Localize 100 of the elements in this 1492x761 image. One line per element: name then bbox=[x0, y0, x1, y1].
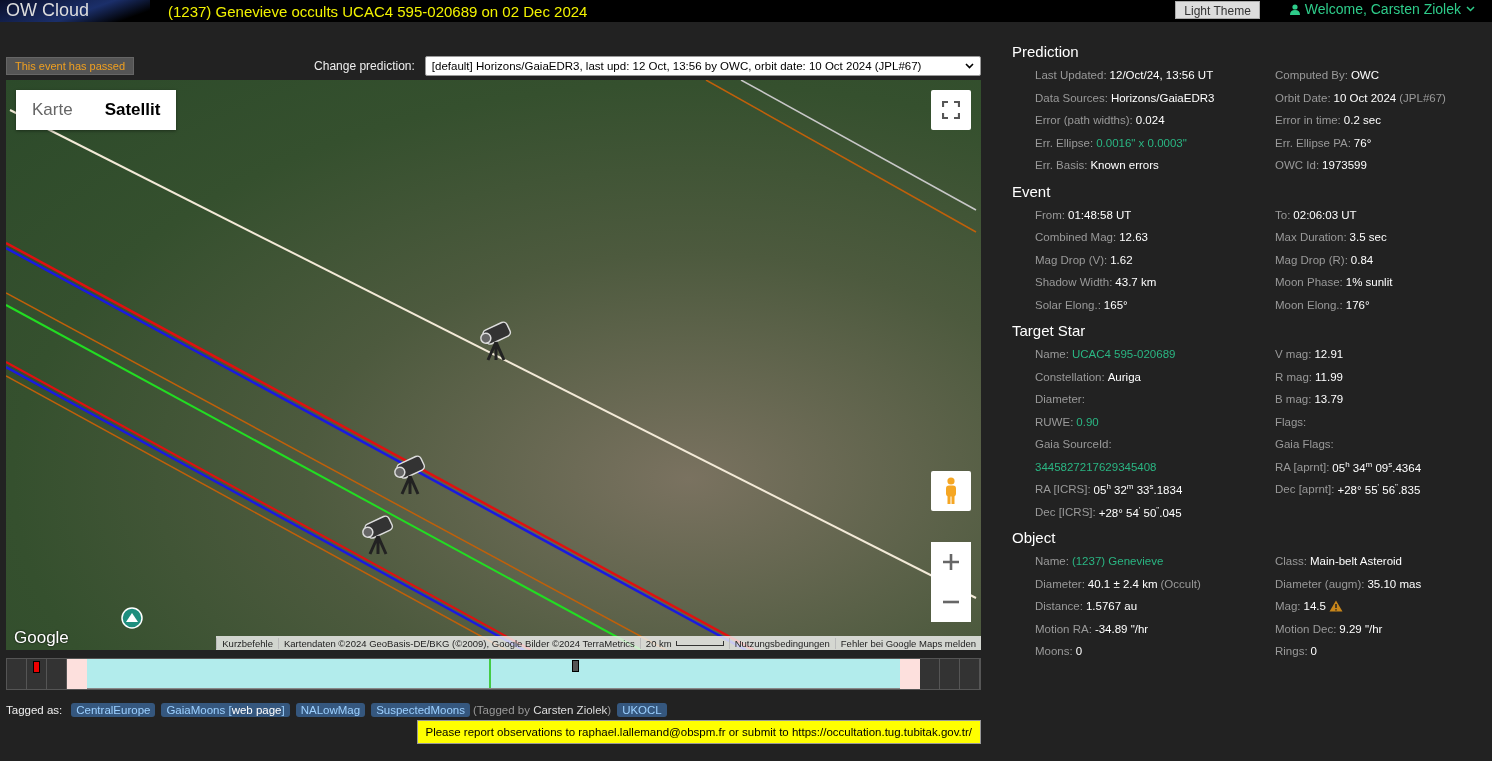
field-value: +28° 54$^{'}$ 50$^{"}$.045 bbox=[1098, 504, 1182, 519]
field-value: 13.79 bbox=[1314, 393, 1344, 406]
chevron-down-icon bbox=[1466, 6, 1475, 12]
map-attribution-link[interactable]: Nutzungsbedingungen bbox=[728, 637, 835, 649]
field-label: B mag: bbox=[1275, 393, 1312, 406]
value-link[interactable]: 0.0016" x 0.0003" bbox=[1096, 136, 1187, 149]
field-value: OWC bbox=[1350, 69, 1379, 82]
tag-note: (Tagged by Carsten Ziolek) bbox=[473, 704, 612, 716]
field-value: 05$^{h}$ 32$^{m}$ 33$^{s}$.1834 bbox=[1093, 482, 1183, 497]
tag-chip[interactable]: UKOCL bbox=[617, 703, 667, 717]
field-label: Mag Drop (V): bbox=[1035, 253, 1108, 266]
field-label: Diameter (augm): bbox=[1275, 577, 1365, 590]
field-label: Orbit Date: bbox=[1275, 91, 1331, 104]
field-label: Name: bbox=[1035, 348, 1069, 361]
value-link[interactable]: UCAC4 595-020689 bbox=[1071, 348, 1176, 361]
field-label: Err. Ellipse PA: bbox=[1275, 136, 1351, 149]
field-label: Gaia SourceId: bbox=[1035, 438, 1112, 451]
tag-chip[interactable]: GaiaMoons [web page] bbox=[161, 703, 290, 717]
field-value: 1% sunlit bbox=[1345, 276, 1393, 289]
field-value: Known errors bbox=[1090, 159, 1159, 172]
satellite-map-photo[interactable]: Karte Satellit Google Kurzbefehle Kartendaten ©2024 GeoBasis-DE/BKG (©2009), Google Bilder ©2024 TerraMetrics 20 km Nutzungsbedingungen Fehler bei Google Maps melden bbox=[6, 80, 981, 650]
field-label: R mag: bbox=[1275, 370, 1313, 383]
tag-chip[interactable]: SuspectedMoons bbox=[371, 703, 471, 717]
map-attribution-link[interactable]: Fehler bei Google Maps melden bbox=[834, 637, 981, 649]
field-label: Class: bbox=[1275, 555, 1307, 568]
field-value: Main-belt Asteroid bbox=[1309, 555, 1402, 568]
field-value: 05$^{h}$ 34$^{m}$ 09$^{s}$.4364 bbox=[1332, 459, 1422, 474]
field-value: 35.10 mas bbox=[1367, 577, 1422, 590]
section-heading: Prediction bbox=[1012, 43, 1080, 60]
field-label: Last Updated: bbox=[1035, 69, 1107, 82]
map-attribution-link[interactable]: Kurzbefehle bbox=[216, 637, 278, 649]
map-provider-logo: Google bbox=[14, 628, 69, 648]
field-value: 0.024 bbox=[1135, 114, 1165, 127]
value-link[interactable]: 3445827217629345408 bbox=[1035, 460, 1157, 473]
field-value: 10 Oct 2024 bbox=[1333, 91, 1397, 104]
section-heading: Target Star bbox=[1012, 322, 1087, 339]
field-label: Mag Drop (R): bbox=[1275, 253, 1348, 266]
field-label: Computed By: bbox=[1275, 69, 1348, 82]
field-value: 0 bbox=[1310, 645, 1317, 658]
field-value: 9.29 "/hr bbox=[1339, 622, 1383, 635]
field-label: Mag: bbox=[1275, 600, 1301, 613]
field-label: Motion Dec: bbox=[1275, 622, 1337, 635]
tags-label: Tagged as: bbox=[6, 704, 63, 716]
field-label: Diameter: bbox=[1035, 393, 1085, 406]
event-status-badge: This event has passed bbox=[6, 57, 135, 75]
field-label: Dec [aprnt]: bbox=[1275, 483, 1335, 496]
fullscreen-icon bbox=[942, 101, 960, 119]
timeline-slider-drawing[interactable] bbox=[6, 658, 981, 690]
field-label: Err. Basis: bbox=[1035, 159, 1088, 172]
field-value: 14.5 bbox=[1303, 600, 1326, 613]
field-label: Combined Mag: bbox=[1035, 231, 1117, 244]
field-value: +28° 55$^{'}$ 56$^{"}$.835 bbox=[1337, 482, 1421, 497]
field-label: Moons: bbox=[1035, 645, 1073, 658]
map-type-tab[interactable]: Karte bbox=[16, 90, 89, 130]
field-value: 3.5 sec bbox=[1349, 231, 1387, 244]
field-label: Constellation: bbox=[1035, 370, 1105, 383]
field-label: Distance: bbox=[1035, 600, 1083, 613]
field-label: Error in time: bbox=[1275, 114, 1341, 127]
field-value: 11.99 bbox=[1315, 370, 1343, 383]
plus-icon bbox=[942, 553, 960, 571]
field-label: Flags: bbox=[1275, 415, 1307, 428]
field-label: Error (path widths): bbox=[1035, 114, 1133, 127]
field-label: Moon Elong.: bbox=[1275, 298, 1343, 311]
tag-chip[interactable]: NALowMag bbox=[295, 703, 366, 717]
field-value: Auriga bbox=[1107, 370, 1141, 383]
tag-chip[interactable]: CentralEurope bbox=[71, 703, 156, 717]
section-heading: Object bbox=[1012, 529, 1057, 546]
field-value: 176° bbox=[1345, 298, 1370, 311]
map-attribution-link[interactable]: Kartendaten ©2024 GeoBasis-DE/BKG (©2009), Google Bilder ©2024 TerraMetrics bbox=[277, 637, 640, 649]
field-value: 0.84 bbox=[1350, 253, 1374, 266]
field-label: V mag: bbox=[1275, 348, 1312, 361]
field-value: 1.5767 au bbox=[1085, 600, 1138, 613]
field-value: 01:48:58 UT bbox=[1068, 208, 1132, 221]
field-value: -34.89 "/hr bbox=[1094, 622, 1149, 635]
map-type-tab[interactable]: Satellit bbox=[88, 90, 177, 130]
field-label: Err. Ellipse: bbox=[1035, 136, 1094, 149]
field-note: (JPL#67) bbox=[1399, 91, 1446, 104]
section-heading: Event bbox=[1012, 182, 1052, 200]
theme-button[interactable]: Light Theme bbox=[1175, 0, 1260, 19]
field-label: RA [aprnt]: bbox=[1275, 460, 1330, 473]
field-value: 43.7 km bbox=[1115, 276, 1157, 289]
prediction-dropdown[interactable]: [default] Horizons/GaiaEDR3, last upd: 12 Oct, 13:56 by OWC, orbit date: 10 Oct 2024 (JPL#67) bbox=[424, 56, 981, 76]
field-value: 1.62 bbox=[1110, 253, 1133, 266]
value-link[interactable]: 0.90 bbox=[1076, 415, 1099, 428]
field-label: Rings: bbox=[1275, 645, 1308, 658]
dropdown-caret-icon bbox=[965, 63, 974, 69]
field-label: Name: bbox=[1035, 555, 1069, 568]
field-label: Diameter: bbox=[1035, 577, 1085, 590]
field-label: To: bbox=[1275, 208, 1291, 221]
fullscreen-button[interactable] bbox=[931, 90, 971, 130]
value-link[interactable]: (1237) Genevieve bbox=[1071, 555, 1164, 568]
site-logo[interactable]: OW Cloud bbox=[0, 0, 150, 22]
field-label: From: bbox=[1035, 208, 1066, 221]
user-menu[interactable]: Welcome, Carsten Ziolek bbox=[1289, 1, 1475, 17]
field-value: 12.91 bbox=[1314, 348, 1344, 361]
field-label: Motion RA: bbox=[1035, 622, 1092, 635]
field-label: RA [ICRS]: bbox=[1035, 483, 1091, 496]
field-value: 0.2 sec bbox=[1343, 114, 1381, 127]
field-value: 76° bbox=[1353, 136, 1372, 149]
field-value: 1973599 bbox=[1322, 159, 1367, 172]
